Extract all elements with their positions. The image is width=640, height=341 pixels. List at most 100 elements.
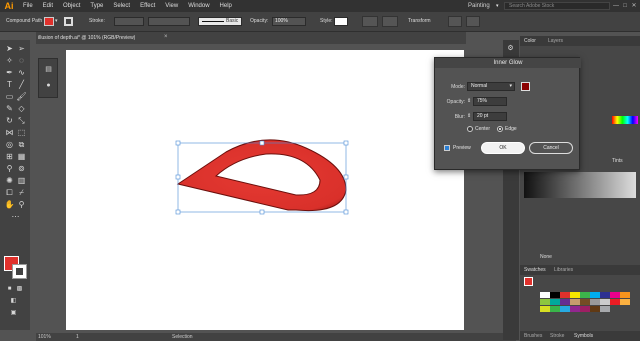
menu-help[interactable]: Help [215,0,237,12]
workspace-switcher[interactable]: Painting [468,0,490,12]
document-tab[interactable]: illusion of depth.ai* @ 101% (RGB/Previe… [36,32,466,44]
pen-icon[interactable]: ✒ [4,68,15,78]
gradient-icon[interactable]: ▦ [16,152,27,162]
recolor-artwork-icon[interactable] [362,16,378,27]
opacity-field[interactable]: 75% [473,97,507,106]
blend-mode-select[interactable]: Normal ▾ [467,82,515,91]
stepper-icon[interactable]: ⇕ [467,98,471,104]
swatch-fill-indicator[interactable] [524,277,533,286]
transform-button[interactable]: Transform [408,18,431,24]
direct-selection-icon[interactable]: ➢ [16,44,27,54]
pencil-icon[interactable]: ✎ [4,104,15,114]
glow-color-swatch[interactable] [521,82,530,91]
line-icon[interactable]: ╱ [16,80,27,90]
color-spectrum[interactable] [612,116,638,124]
minimize-button[interactable]: — [612,0,620,12]
menu-view[interactable]: View [160,0,183,12]
ok-button[interactable]: OK [481,142,525,154]
center-label: Center [475,126,491,132]
menu-effect[interactable]: Effect [135,0,160,12]
opacity-label: Opacity: [250,18,269,24]
compound-path-artwork[interactable] [66,50,464,330]
stroke-weight-field[interactable] [114,17,144,26]
isolate-icon[interactable] [448,16,462,27]
arrange-icon[interactable] [466,16,480,27]
lasso-icon[interactable]: ◌ [16,56,27,66]
paintbrush-icon[interactable]: 🖌 [16,92,27,102]
zoom-level[interactable]: 101% [38,334,51,340]
menu-file[interactable]: File [18,0,38,12]
rectangle-icon[interactable]: ▭ [4,92,15,102]
menu-type[interactable]: Type [85,0,108,12]
graphic-style-chip[interactable] [334,17,348,26]
screen-mode-icon[interactable]: ▣ [8,308,19,318]
zoom-icon[interactable]: ⚲ [16,200,27,210]
eraser-icon[interactable]: ◇ [16,104,27,114]
tab-libraries[interactable]: Libraries [554,267,573,273]
gradient-mode-icon[interactable]: ▩ [14,284,25,294]
tab-stroke[interactable]: Stroke [550,333,564,339]
tab-swatches[interactable]: Swatches [524,267,546,273]
artboard[interactable] [66,50,464,330]
search-input[interactable]: Search Adobe Stock [504,2,610,10]
tab-brushes[interactable]: Brushes [524,333,542,339]
properties-panel-icon[interactable]: ⚙ [505,44,516,54]
menu-object[interactable]: Object [58,0,85,12]
stroke-color-chip[interactable] [64,17,73,26]
slice-icon[interactable]: ⌿ [16,188,27,198]
draw-mode-icon[interactable]: ◧ [8,296,19,306]
tab-symbols[interactable]: Symbols [574,333,593,339]
magic-wand-icon[interactable]: ✧ [4,56,15,66]
width-icon[interactable]: ⋈ [4,128,15,138]
rotate-icon[interactable]: ↻ [4,116,15,126]
swatch-grid[interactable] [540,292,638,322]
type-icon[interactable]: T [4,80,15,90]
tints-grid[interactable] [524,172,636,198]
close-icon[interactable]: × [164,34,168,40]
menu-select[interactable]: Select [108,0,135,12]
graph-icon[interactable]: ▥ [16,176,27,186]
menu-edit[interactable]: Edit [38,0,58,12]
artboard-icon[interactable]: ⧠ [4,188,15,198]
current-tool-status[interactable]: Selection [172,334,193,340]
scale-icon[interactable]: ⤡ [16,116,27,126]
brush-definition[interactable]: Basic [198,17,242,26]
stroke-swatch[interactable] [12,264,27,279]
symbols-panel-tabs: Brushes Stroke Symbols [520,331,640,341]
appearance-panel-icon[interactable]: ● [43,81,54,91]
symbol-sprayer-icon[interactable]: ✺ [4,176,15,186]
chevron-down-icon[interactable]: ▾ [496,0,499,12]
shape-builder-icon[interactable]: ◎ [4,140,15,150]
tab-color[interactable]: Color [524,38,536,44]
opacity-field[interactable]: 100% [272,17,306,26]
artboard-number[interactable]: 1 [76,334,79,340]
variable-width-profile[interactable] [148,17,190,26]
fill-color-chip[interactable] [44,17,54,26]
selection-arrow-icon[interactable]: ➤ [4,44,15,54]
blur-field[interactable]: 20 pt [473,112,507,121]
eyedropper-icon[interactable]: ⚲ [4,164,15,174]
cancel-button[interactable]: Cancel [529,142,573,154]
menu-window[interactable]: Window [183,0,214,12]
layers-panel-icon[interactable]: ▤ [43,65,54,75]
blend-icon[interactable]: ⊚ [16,164,27,174]
edit-toolbar-icon[interactable]: ⋯ [10,212,21,222]
preview-checkbox[interactable] [444,145,450,151]
stroke-label: Stroke: [89,18,105,24]
color-panel-tabs: Color Layers [520,36,640,46]
curvature-icon[interactable]: ∿ [16,68,27,78]
tab-layers[interactable]: Layers [548,38,563,44]
align-icon[interactable] [382,16,398,27]
style-label: Style: [320,18,333,24]
stepper-icon[interactable]: ⇕ [467,113,471,119]
maximize-button[interactable]: □ [621,0,629,12]
chevron-down-icon[interactable]: ▾ [55,18,58,24]
perspective-icon[interactable]: ⧉ [16,140,27,150]
center-radio[interactable] [467,126,473,132]
free-transform-icon[interactable]: ⬚ [16,128,27,138]
hand-icon[interactable]: ✋ [4,200,15,210]
chevron-down-icon: ▾ [509,83,512,89]
edge-radio[interactable] [497,126,503,132]
close-button[interactable]: ✕ [630,0,638,12]
mesh-icon[interactable]: ⊞ [4,152,15,162]
